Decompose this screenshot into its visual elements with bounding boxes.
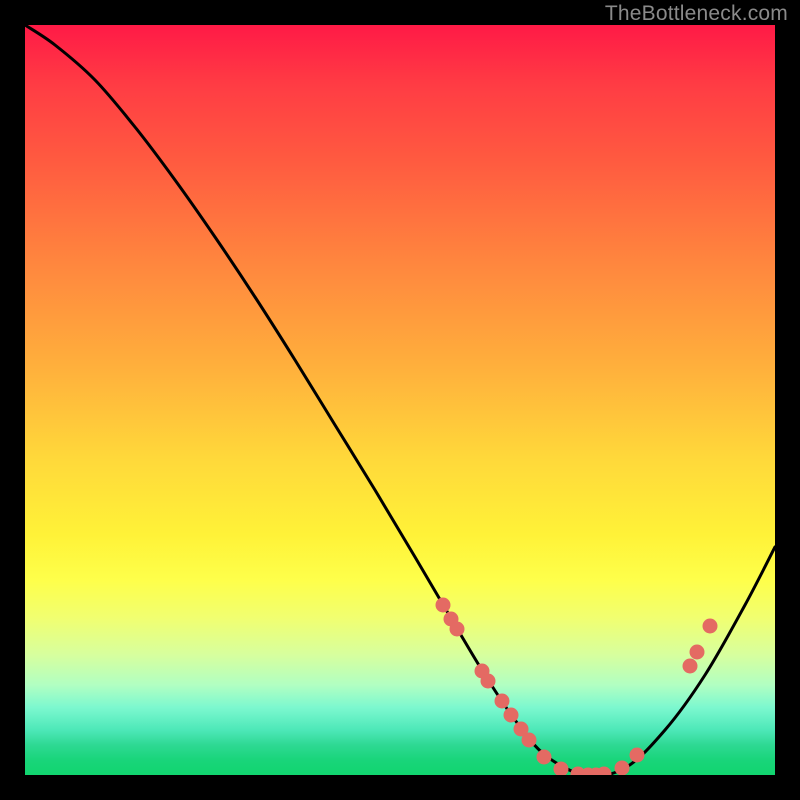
data-marker — [436, 598, 451, 613]
data-marker — [522, 733, 537, 748]
data-marker — [683, 659, 698, 674]
chart-svg — [25, 25, 775, 775]
data-marker — [481, 674, 496, 689]
data-marker — [537, 750, 552, 765]
data-marker — [630, 748, 645, 763]
data-marker — [615, 761, 630, 776]
data-marker — [450, 622, 465, 637]
bottleneck-curve — [25, 25, 775, 775]
data-marker — [504, 708, 519, 723]
data-marker — [690, 645, 705, 660]
watermark-label: TheBottleneck.com — [605, 2, 788, 26]
chart-area — [25, 25, 775, 775]
data-marker — [597, 767, 612, 776]
data-marker — [495, 694, 510, 709]
data-marker — [703, 619, 718, 634]
